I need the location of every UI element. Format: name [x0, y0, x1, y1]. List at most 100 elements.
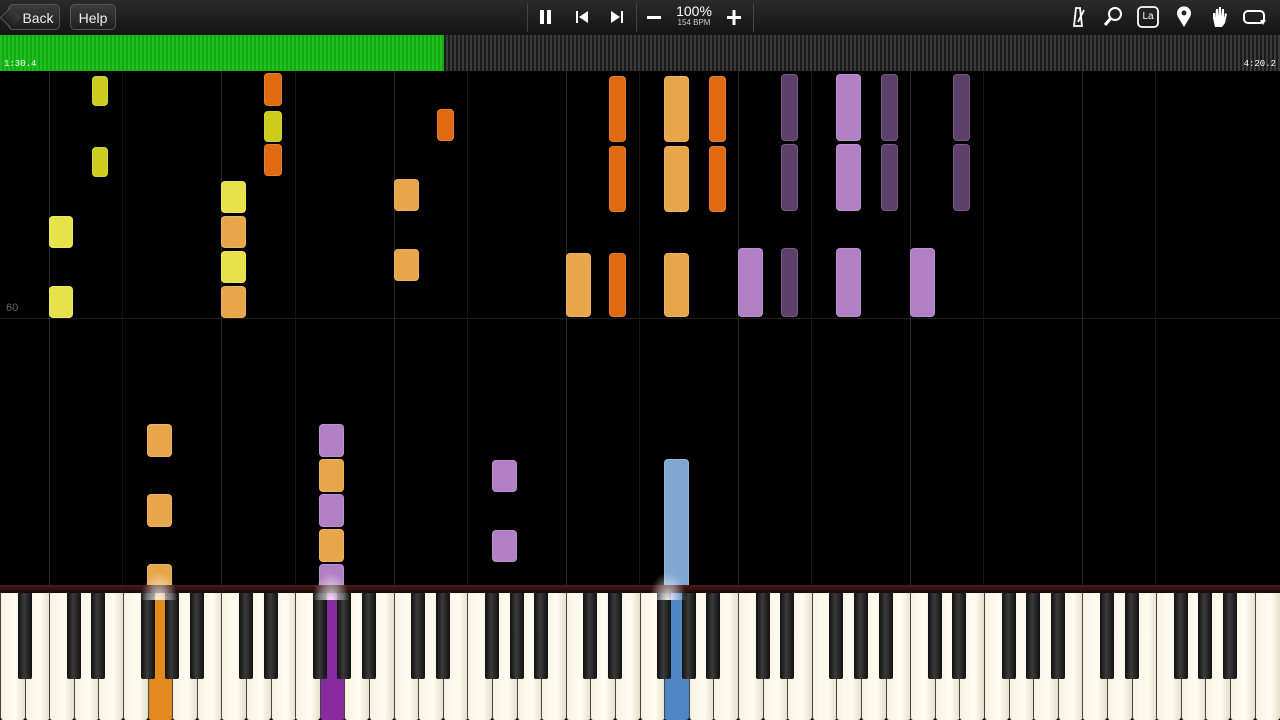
black-key[interactable] — [657, 593, 671, 679]
black-key[interactable] — [91, 593, 105, 679]
black-key[interactable] — [1026, 593, 1040, 679]
black-key[interactable] — [239, 593, 253, 679]
note-block — [492, 530, 517, 562]
note-block — [221, 216, 246, 248]
language-label: La — [1142, 11, 1154, 22]
location-pin-icon[interactable] — [1170, 4, 1198, 30]
separator — [636, 3, 637, 32]
pitch-label: 60 — [6, 302, 19, 314]
note-hit-glow — [139, 570, 179, 600]
beat-gridline — [49, 71, 50, 585]
beat-gridline — [1082, 71, 1083, 585]
black-key[interactable] — [534, 593, 548, 679]
black-key[interactable] — [436, 593, 450, 679]
progress-fill — [0, 35, 445, 71]
beat-gridline — [122, 71, 123, 585]
black-key[interactable] — [854, 593, 868, 679]
black-key[interactable] — [1223, 593, 1237, 679]
minus-icon[interactable] — [640, 4, 668, 30]
speed-display: 100% 154 BPM — [670, 4, 718, 28]
skip-forward-icon[interactable] — [603, 4, 631, 30]
note-block — [264, 144, 282, 176]
beat-gridline — [394, 71, 395, 585]
black-key[interactable] — [67, 593, 81, 679]
skip-back-icon[interactable] — [568, 4, 596, 30]
metronome-icon[interactable] — [1064, 4, 1092, 30]
white-key[interactable] — [1255, 593, 1280, 720]
black-key[interactable] — [1051, 593, 1065, 679]
black-key[interactable] — [583, 593, 597, 679]
beat-gridline — [566, 71, 567, 585]
black-key[interactable] — [510, 593, 524, 679]
hand-icon[interactable] — [1205, 4, 1233, 30]
note-block — [781, 74, 798, 141]
black-key[interactable] — [756, 593, 770, 679]
beat-gridline — [1155, 71, 1156, 585]
black-key[interactable] — [1198, 593, 1212, 679]
black-key[interactable] — [411, 593, 425, 679]
beat-gridline — [910, 71, 911, 585]
note-block — [437, 109, 454, 141]
beat-gridline — [811, 71, 812, 585]
piano-roll: 60 — [0, 71, 1280, 585]
speed-percent: 100% — [676, 3, 712, 19]
black-key[interactable] — [608, 593, 622, 679]
help-button[interactable]: Help — [70, 4, 116, 30]
note-block — [609, 146, 626, 212]
beat-gridline — [467, 71, 468, 585]
black-key[interactable] — [485, 593, 499, 679]
progress-bar[interactable] — [0, 35, 1280, 71]
loop-icon[interactable] — [1240, 4, 1268, 30]
note-block — [147, 424, 172, 457]
note-block — [709, 146, 726, 212]
note-block — [394, 249, 419, 281]
black-key[interactable] — [362, 593, 376, 679]
note-block — [49, 286, 73, 318]
note-block — [147, 494, 172, 527]
black-key[interactable] — [141, 593, 155, 679]
note-block — [664, 459, 689, 585]
speed-bpm: 154 BPM — [677, 18, 711, 27]
note-block — [319, 459, 344, 492]
search-icon[interactable] — [1099, 4, 1127, 30]
note-block — [709, 76, 726, 142]
beat-gridline — [738, 71, 739, 585]
black-key[interactable] — [706, 593, 720, 679]
black-key[interactable] — [18, 593, 32, 679]
black-key[interactable] — [780, 593, 794, 679]
note-block — [953, 144, 970, 211]
black-key[interactable] — [829, 593, 843, 679]
black-key[interactable] — [1125, 593, 1139, 679]
pause-icon[interactable] — [532, 4, 560, 30]
black-key[interactable] — [190, 593, 204, 679]
black-key[interactable] — [879, 593, 893, 679]
beat-gridline — [295, 71, 296, 585]
note-block — [836, 144, 861, 211]
black-key[interactable] — [1100, 593, 1114, 679]
black-key[interactable] — [952, 593, 966, 679]
black-key[interactable] — [1002, 593, 1016, 679]
note-block — [781, 248, 798, 317]
piano-keyboard[interactable] — [0, 585, 1280, 720]
plus-icon[interactable] — [720, 4, 748, 30]
note-hit-glow — [648, 570, 688, 600]
black-key[interactable] — [682, 593, 696, 679]
black-key[interactable] — [337, 593, 351, 679]
note-block — [664, 76, 689, 142]
black-key[interactable] — [165, 593, 179, 679]
note-block — [264, 73, 282, 106]
note-block — [738, 248, 763, 317]
black-key[interactable] — [313, 593, 327, 679]
black-key[interactable] — [928, 593, 942, 679]
beat-gridline — [983, 71, 984, 585]
back-button[interactable]: Back — [8, 4, 60, 30]
language-icon[interactable]: La — [1134, 4, 1162, 30]
note-block — [319, 494, 344, 527]
note-block — [319, 529, 344, 562]
note-block — [49, 216, 73, 248]
note-block — [566, 253, 591, 317]
black-key[interactable] — [264, 593, 278, 679]
note-hit-glow — [311, 570, 351, 600]
separator — [527, 3, 528, 32]
black-key[interactable] — [1174, 593, 1188, 679]
